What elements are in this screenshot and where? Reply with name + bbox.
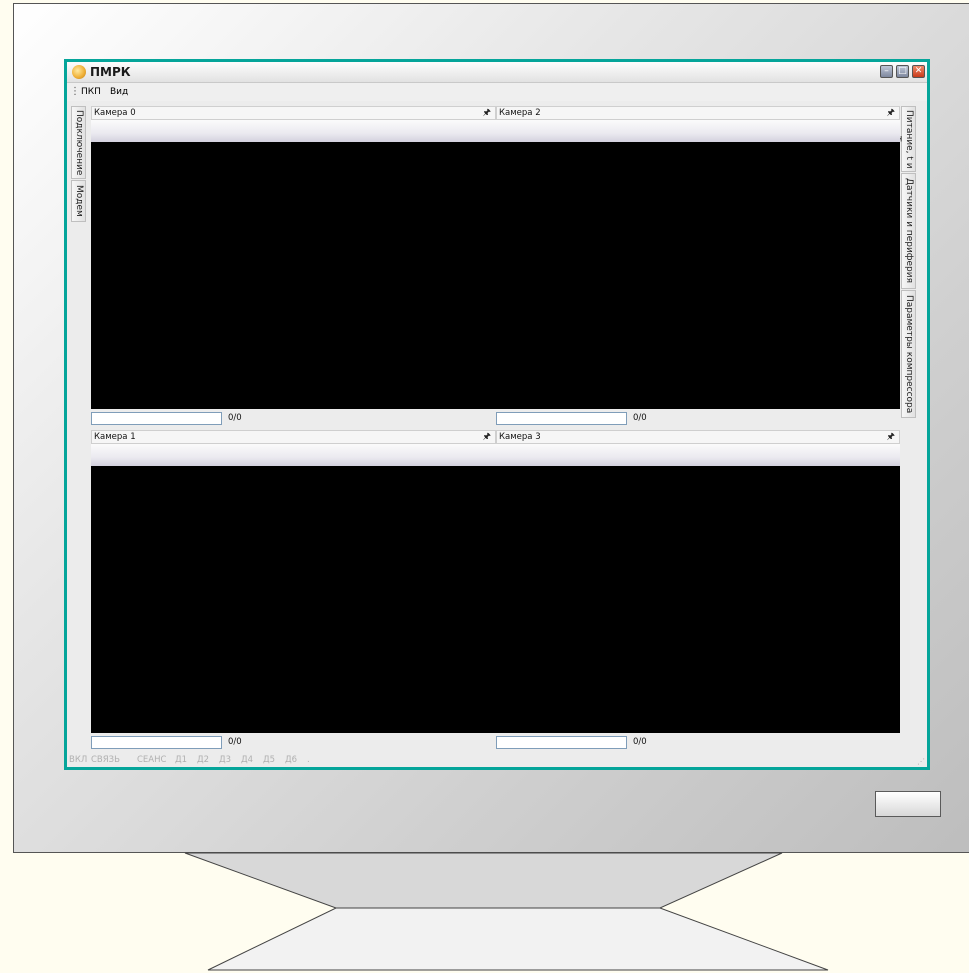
camera-toolbar-strip <box>496 444 900 466</box>
camera-pane-3: Камера 3 🖈 0/0 <box>496 430 900 753</box>
status-d4: Д4 <box>241 755 254 765</box>
camera-toolbar-strip <box>91 120 496 142</box>
camera-pane-2: Камера 2 🖈 0/0 <box>496 106 900 429</box>
camera-title: Камера 1 <box>94 432 136 442</box>
window-title: ПМРК <box>90 65 131 79</box>
camera-frame-counter: 0/0 <box>228 413 242 423</box>
close-button[interactable]: ✕ <box>912 65 925 78</box>
minimize-button[interactable]: – <box>880 65 893 78</box>
camera-header[interactable]: Камера 1 🖈 <box>91 430 496 444</box>
app-window: ПМРК – □ ✕ ⋮ ПКП Вид Подключение Модем П… <box>64 59 930 770</box>
camera-toolbar-strip <box>91 444 496 466</box>
resize-grip-icon[interactable]: ⋰ <box>917 757 925 766</box>
status-d3: Д3 <box>219 755 232 765</box>
tab-sensors[interactable]: Датчики и периферия <box>901 173 916 289</box>
camera-frame-counter: 0/0 <box>633 413 647 423</box>
camera-pane-1: Камера 1 🖈 0/0 <box>91 430 496 753</box>
camera-title: Камера 0 <box>94 108 136 118</box>
window-client: ПМРК – □ ✕ ⋮ ПКП Вид Подключение Модем П… <box>67 62 927 767</box>
camera-video-view <box>496 466 900 733</box>
pin-icon[interactable]: 🖈 <box>887 107 895 119</box>
status-link: СВЯЗЬ <box>91 755 120 765</box>
monitor-power-button <box>875 791 941 817</box>
status-power: ВКЛ <box>69 755 88 765</box>
menu-grip-icon[interactable]: ⋮ <box>70 86 80 97</box>
camera-video-view <box>91 142 496 409</box>
camera-header[interactable]: Камера 2 🖈 <box>496 106 900 120</box>
camera-progress-field[interactable] <box>91 412 222 425</box>
pin-icon[interactable]: 🖈 <box>483 107 491 119</box>
tab-modem[interactable]: Модем <box>71 180 86 222</box>
monitor-stand <box>184 852 829 971</box>
menu-item-view[interactable]: Вид <box>110 87 128 97</box>
maximize-button[interactable]: □ <box>896 65 909 78</box>
camera-progress-field[interactable] <box>91 736 222 749</box>
camera-footer: 0/0 <box>496 409 900 429</box>
camera-progress-field[interactable] <box>496 736 627 749</box>
status-d2: Д2 <box>197 755 210 765</box>
camera-toolbar-strip <box>496 120 900 142</box>
menu-bar: ⋮ ПКП Вид <box>67 83 927 101</box>
status-d5: Д5 <box>263 755 276 765</box>
camera-header[interactable]: Камера 3 🖈 <box>496 430 900 444</box>
camera-footer: 0/0 <box>496 733 900 753</box>
status-d1: Д1 <box>175 755 188 765</box>
title-bar[interactable]: ПМРК – □ ✕ <box>67 62 927 83</box>
camera-header[interactable]: Камера 0 🖈 <box>91 106 496 120</box>
menu-item-pkp[interactable]: ПКП <box>81 87 101 97</box>
status-bar: ВКЛ СВЯЗЬ СЕАНС Д1 Д2 Д3 Д4 Д5 Д6 . ⋰ <box>67 753 927 767</box>
camera-footer: 0/0 <box>91 733 496 753</box>
status-separator: . <box>307 755 310 765</box>
tab-power[interactable]: Питание, t и T <box>892 106 916 172</box>
status-session: СЕАНС <box>137 755 167 765</box>
status-d6: Д6 <box>285 755 298 765</box>
tab-compressor-params[interactable]: Параметры компрессора <box>901 290 916 418</box>
camera-title: Камера 2 <box>499 108 541 118</box>
camera-progress-field[interactable] <box>496 412 627 425</box>
app-icon <box>72 65 86 79</box>
camera-title: Камера 3 <box>499 432 541 442</box>
camera-frame-counter: 0/0 <box>228 737 242 747</box>
camera-video-view <box>91 466 496 733</box>
camera-video-view <box>496 142 900 409</box>
pin-icon[interactable]: 🖈 <box>483 431 491 443</box>
tab-connection[interactable]: Подключение <box>71 106 86 179</box>
camera-frame-counter: 0/0 <box>633 737 647 747</box>
pin-icon[interactable]: 🖈 <box>887 431 895 443</box>
camera-footer: 0/0 <box>91 409 496 429</box>
camera-pane-0: Камера 0 🖈 0/0 <box>91 106 496 429</box>
